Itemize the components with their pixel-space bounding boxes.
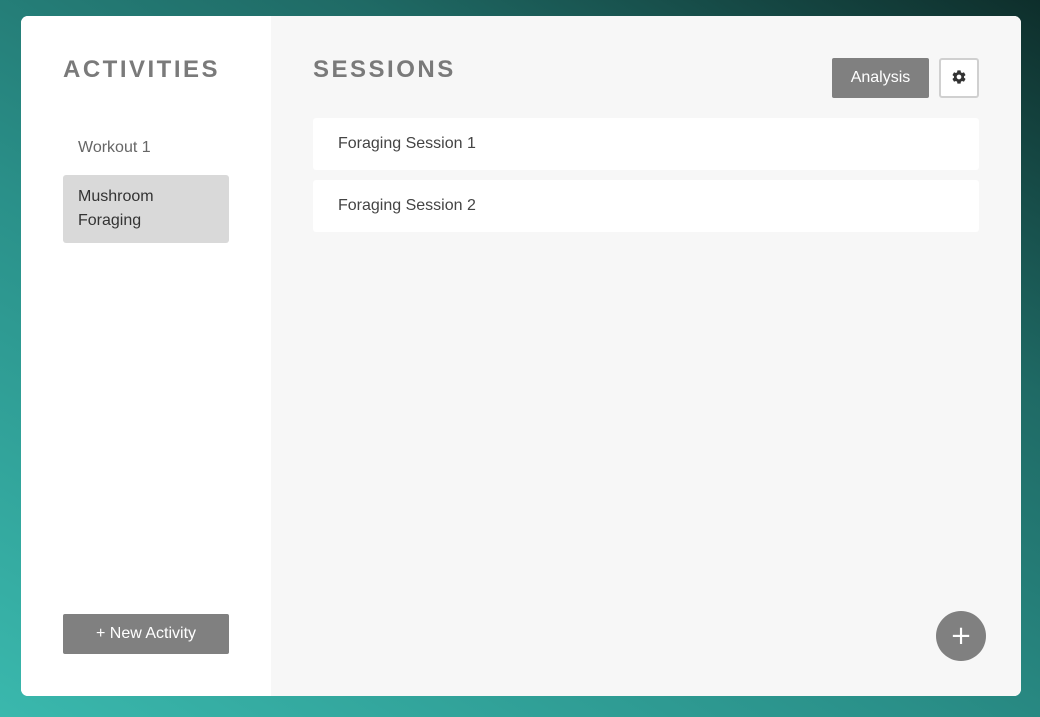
sessions-panel: SESSIONS Analysis Foraging Session 1 For… xyxy=(271,16,1021,696)
add-session-button[interactable]: + xyxy=(936,611,986,661)
session-list: Foraging Session 1 Foraging Session 2 xyxy=(313,118,979,242)
session-item-foraging-2[interactable]: Foraging Session 2 xyxy=(313,180,979,232)
sessions-title: SESSIONS xyxy=(313,56,456,83)
gear-icon xyxy=(951,69,967,88)
activities-title: ACTIVITIES xyxy=(63,56,221,83)
activities-sidebar: ACTIVITIES Workout 1 Mushroom Foraging +… xyxy=(21,16,271,696)
session-item-foraging-1[interactable]: Foraging Session 1 xyxy=(313,118,979,170)
activity-item-mushroom-foraging[interactable]: Mushroom Foraging xyxy=(63,175,229,243)
analysis-button[interactable]: Analysis xyxy=(832,58,929,98)
settings-button[interactable] xyxy=(939,58,979,98)
activity-item-workout-1[interactable]: Workout 1 xyxy=(63,126,229,170)
new-activity-button[interactable]: + New Activity xyxy=(63,614,229,654)
app-window: ACTIVITIES Workout 1 Mushroom Foraging +… xyxy=(21,16,1021,696)
activity-list: Workout 1 Mushroom Foraging xyxy=(63,126,229,248)
